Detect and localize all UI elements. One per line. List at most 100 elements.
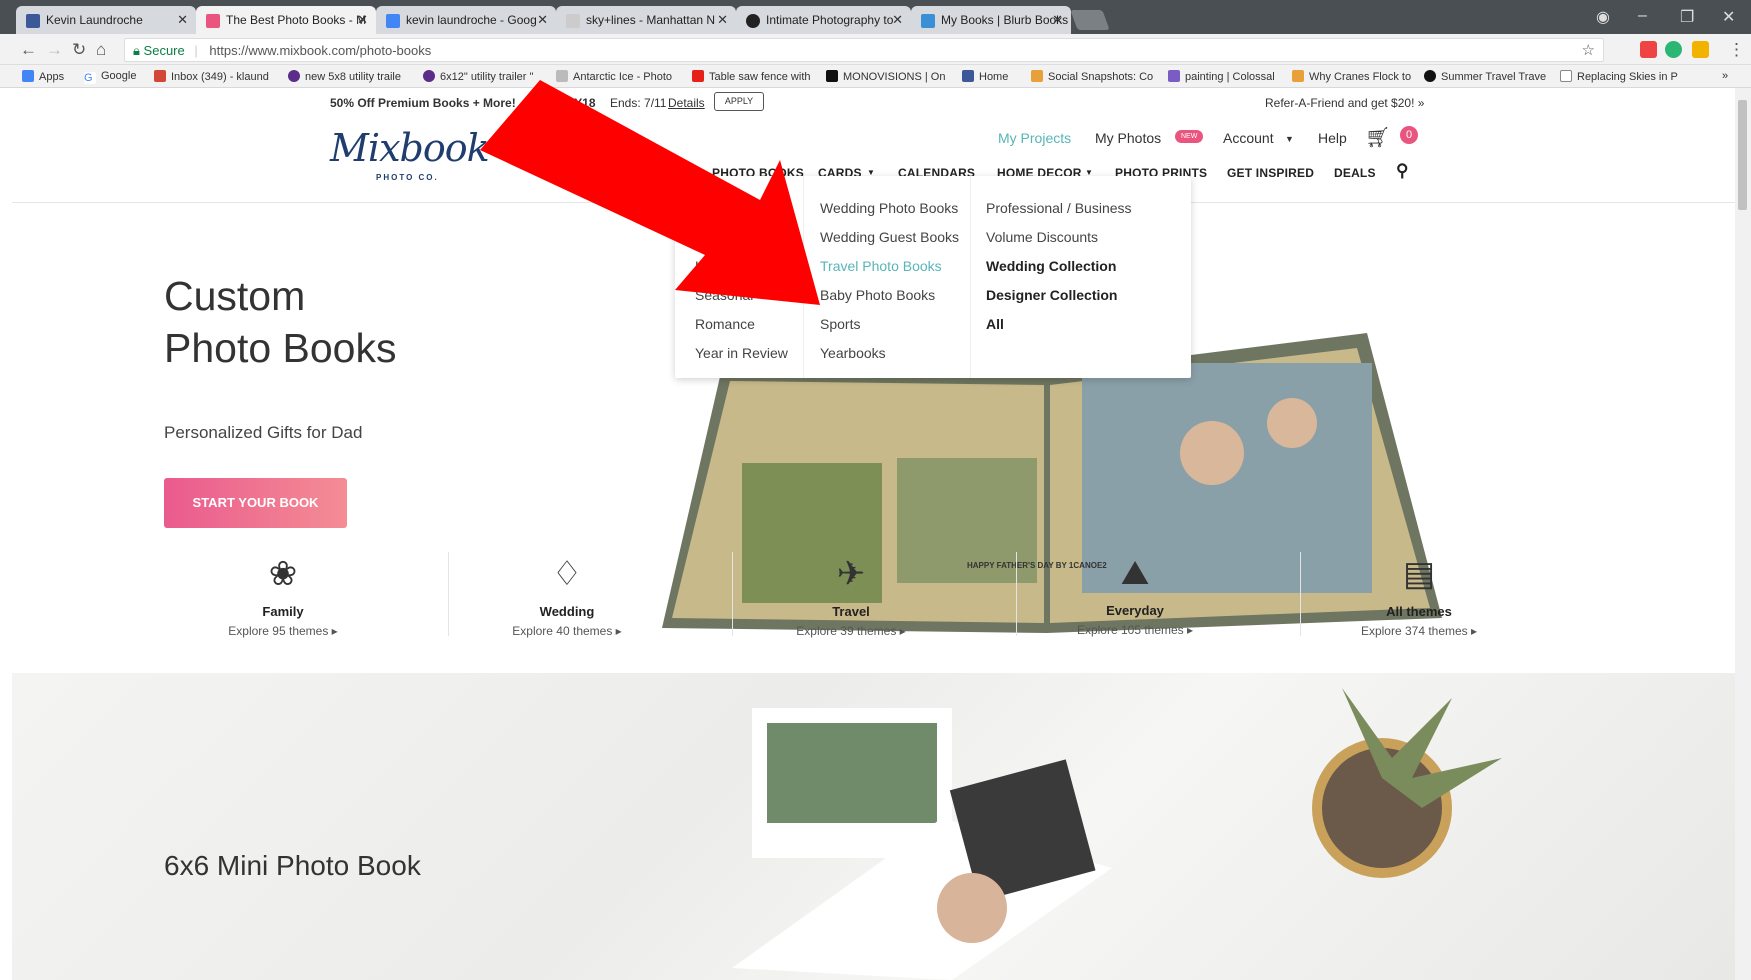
scrollbar[interactable]: [1735, 88, 1751, 980]
chevron-down-icon: ▼: [1285, 134, 1294, 144]
scrollbar-thumb[interactable]: [1738, 100, 1747, 210]
close-icon[interactable]: ✕: [537, 12, 548, 28]
menu-item-designer-collection[interactable]: Designer Collection: [986, 287, 1117, 303]
new-tab-button[interactable]: [1070, 10, 1110, 30]
apps-icon: [22, 70, 34, 82]
site-icon: [1031, 70, 1043, 82]
promo-ends: Ends: 7/11: [610, 96, 667, 110]
category-name: Everyday: [1106, 603, 1164, 618]
bookmark-item[interactable]: new 5x8 utility traile: [288, 70, 401, 83]
close-icon[interactable]: ✕: [717, 12, 728, 28]
search-icon[interactable]: ⚲: [1396, 161, 1409, 181]
menu-item-wedding-collection[interactable]: Wedding Collection: [986, 258, 1116, 274]
menu-item-all[interactable]: All: [986, 316, 1004, 332]
bookmark-item[interactable]: Summer Travel Trave: [1424, 70, 1546, 83]
browser-tab[interactable]: sky+lines - Manhattan N ✕: [556, 6, 736, 34]
account-link[interactable]: Account: [1223, 130, 1274, 146]
bookmark-item[interactable]: painting | Colossal: [1168, 70, 1275, 83]
bookmark-item[interactable]: 6x12" utility trailer ": [423, 70, 533, 83]
close-icon[interactable]: ✕: [892, 12, 903, 28]
menu-item-volume-discounts[interactable]: Volume Discounts: [986, 223, 1132, 252]
menu-item-sports[interactable]: Sports: [820, 310, 959, 339]
gmail-icon: [154, 70, 166, 82]
home-icon[interactable]: ⌂: [96, 40, 106, 60]
bookmark-item[interactable]: Apps: [22, 70, 64, 83]
category-all-themes[interactable]: ▤ All themes Explore 374 themes ▸: [1279, 554, 1559, 638]
menu-item-year-in-review[interactable]: Year in Review: [695, 339, 788, 368]
refer-friend-link[interactable]: Refer-A-Friend and get $20! »: [1265, 96, 1424, 110]
menu-item-wedding-guest-books[interactable]: Wedding Guest Books: [820, 223, 959, 252]
close-icon[interactable]: ✕: [1052, 12, 1063, 28]
category-explore-link[interactable]: Explore 95 themes ▸: [143, 624, 423, 638]
restore-button[interactable]: ❐: [1680, 7, 1694, 27]
browser-tab[interactable]: My Books | Blurb Books ✕: [911, 6, 1071, 34]
category-wedding[interactable]: ♢ Wedding Explore 40 themes ▸: [427, 554, 707, 638]
promo-details-link[interactable]: Details: [668, 96, 705, 110]
minimize-button[interactable]: –: [1638, 7, 1647, 25]
browser-tab[interactable]: Intimate Photography to ✕: [736, 6, 911, 34]
menu-item-seasonal[interactable]: Seasonal: [695, 281, 788, 310]
menu-item-yearbooks[interactable]: Yearbooks: [820, 339, 959, 368]
extension-icon[interactable]: [1640, 41, 1657, 58]
category-everyday[interactable]: ⛰︎ Everyday Explore 105 themes ▸: [995, 554, 1275, 637]
dropdown-column-2: Wedding Photo Books Wedding Guest Books …: [820, 194, 959, 368]
menu-item-romance[interactable]: Romance: [695, 310, 788, 339]
bookmark-item[interactable]: Replacing Skies in P: [1560, 70, 1678, 83]
category-explore-link[interactable]: Explore 105 themes ▸: [995, 623, 1275, 637]
bookmark-item[interactable]: Inbox (349) - klaund: [154, 70, 269, 83]
menu-item-travel-photo-books[interactable]: Travel Photo Books: [820, 252, 959, 281]
extension-icon[interactable]: [1692, 41, 1709, 58]
browser-tab[interactable]: Kevin Laundroche ✕: [16, 6, 196, 34]
start-your-book-button[interactable]: START YOUR BOOK: [164, 478, 347, 528]
tab-title: My Books | Blurb Books: [941, 13, 1069, 27]
nav-get-inspired[interactable]: GET INSPIRED: [1227, 166, 1314, 180]
browser-tab-active[interactable]: The Best Photo Books - M ✕: [196, 6, 376, 34]
grammarly-icon[interactable]: [1665, 41, 1682, 58]
close-icon[interactable]: ✕: [177, 12, 188, 28]
bookmark-item[interactable]: Why Cranes Flock to: [1292, 70, 1411, 83]
promo-code: LY18: [568, 96, 596, 110]
url-input[interactable]: 🔒︎ Secure | https://www.mixbook.com/phot…: [124, 38, 1604, 62]
my-photos-link[interactable]: My Photos: [1095, 130, 1161, 146]
reload-icon[interactable]: ↻: [72, 40, 86, 60]
bookmark-item[interactable]: Antarctic Ice - Photo: [556, 70, 672, 83]
category-explore-link[interactable]: Explore 39 themes ▸: [711, 624, 991, 638]
secure-label: Secure: [143, 43, 185, 58]
browser-tab[interactable]: kevin laundroche - Goog ✕: [376, 6, 556, 34]
help-link[interactable]: Help: [1318, 130, 1347, 146]
category-travel[interactable]: ✈︎ Travel Explore 39 themes ▸: [711, 554, 991, 638]
bookmark-item[interactable]: G Google: [84, 70, 136, 84]
profile-icon[interactable]: ◉: [1596, 7, 1610, 27]
tab-title: kevin laundroche - Goog: [406, 13, 537, 27]
nav-deals[interactable]: DEALS: [1334, 166, 1376, 180]
bookmark-star-icon[interactable]: ☆: [1582, 41, 1595, 59]
close-window-button[interactable]: ✕: [1722, 7, 1735, 27]
bookmark-item[interactable]: Social Snapshots: Co: [1031, 70, 1153, 83]
cart-icon[interactable]: 🛒︎: [1365, 125, 1390, 150]
mixbook-logo[interactable]: Mixbook: [330, 126, 490, 170]
category-name: Wedding: [539, 604, 595, 619]
close-icon[interactable]: ✕: [357, 12, 368, 28]
menu-icon[interactable]: ⋮: [1728, 40, 1745, 60]
category-explore-link[interactable]: Explore 374 themes ▸: [1279, 624, 1559, 638]
back-icon[interactable]: ←: [20, 40, 37, 60]
menu-item-wedding-photo-books[interactable]: Wedding Photo Books: [820, 194, 959, 223]
menu-item-baby-photo-books[interactable]: Baby Photo Books: [820, 281, 959, 310]
bookmark-item[interactable]: Table saw fence with: [692, 70, 811, 83]
bookmarks-overflow-button[interactable]: »: [1722, 70, 1728, 82]
succulent-plant-image: [1312, 688, 1502, 878]
google-icon: [386, 14, 400, 28]
bookmark-item[interactable]: MONOVISIONS | On: [826, 70, 946, 83]
mini-book-section: [12, 673, 1735, 980]
tab-title: sky+lines - Manhattan N: [586, 13, 716, 27]
page-icon: [556, 70, 568, 82]
menu-item-kids[interactable]: Kids: [695, 252, 788, 281]
promo-text: 50% Off Premium Books + More!: [330, 96, 516, 110]
category-family[interactable]: ❀ Family Explore 95 themes ▸: [143, 554, 423, 638]
apply-button[interactable]: APPLY: [714, 92, 764, 111]
forward-icon[interactable]: →: [46, 40, 63, 60]
menu-item-professional-business[interactable]: Professional / Business: [986, 194, 1132, 223]
my-projects-link[interactable]: My Projects: [998, 130, 1071, 146]
category-explore-link[interactable]: Explore 40 themes ▸: [427, 624, 707, 638]
bookmark-item[interactable]: Home: [962, 70, 1008, 83]
